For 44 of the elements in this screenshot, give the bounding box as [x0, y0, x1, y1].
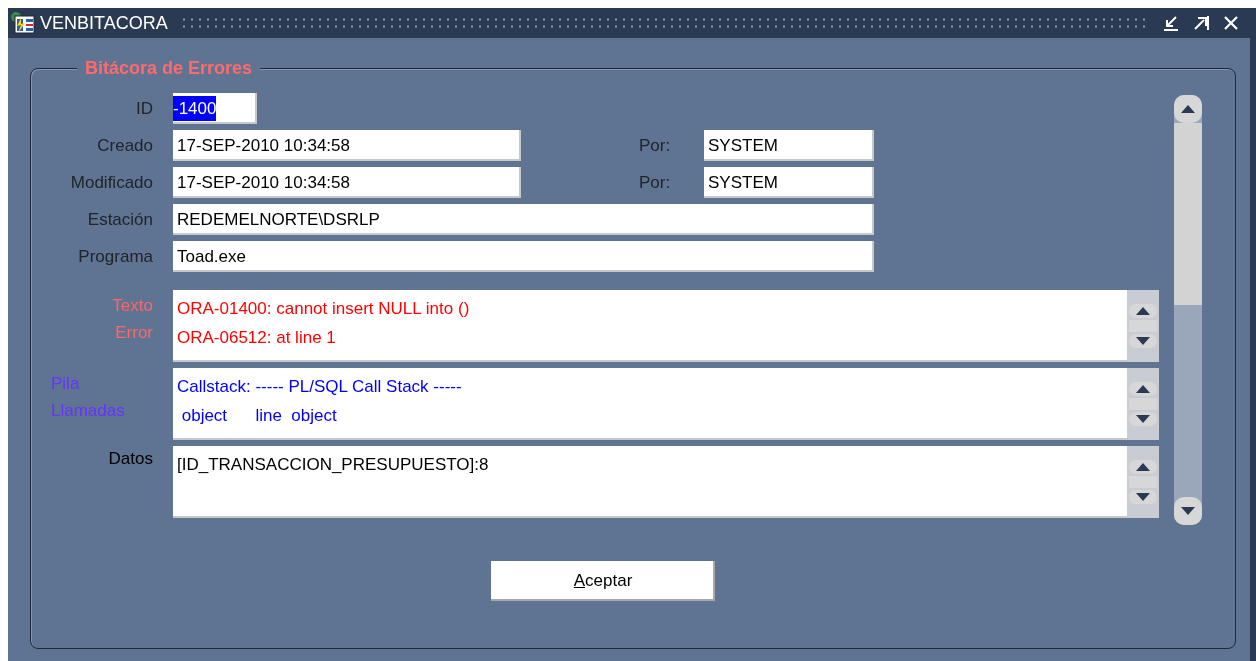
field-label: ID — [135, 97, 153, 120]
window-title: VENBITACORA — [40, 11, 168, 35]
field-label: Pila Llamadas — [50, 373, 126, 423]
text-field[interactable]: Toad.exe — [173, 241, 874, 272]
vertical-scrollbar[interactable] — [1174, 95, 1202, 525]
field-label: Texto Error — [111, 295, 153, 345]
date-field[interactable]: 17-SEP-2010 10:34:58 — [173, 130, 521, 161]
text-area[interactable]: Callstack: ----- PL/SQL Call Stack ----- object line object — [173, 368, 1159, 440]
text-field[interactable]: REDEMELNORTE\DSRLP — [173, 204, 874, 235]
scroll-down-button[interactable] — [1129, 334, 1157, 348]
accept-button[interactable]: Aceptar — [491, 561, 715, 601]
down-triangle-icon — [1136, 337, 1150, 345]
text-area-content: Callstack: ----- PL/SQL Call Stack ----- object line object — [176, 376, 463, 427]
user-field[interactable]: SYSTEM — [704, 130, 874, 161]
up-triangle-icon — [1181, 105, 1195, 113]
scroll-down-button[interactable] — [1174, 497, 1202, 525]
field-label: Datos — [107, 448, 153, 470]
up-triangle-icon — [1136, 463, 1150, 471]
id-field[interactable]: -1400 — [173, 93, 257, 124]
scroll-up-button[interactable] — [1174, 95, 1202, 123]
text-area-content: ORA-01400: cannot insert NULL into () ORA-06512: at line 1 — [176, 298, 471, 349]
date-field[interactable]: 17-SEP-2010 10:34:58 — [173, 167, 521, 198]
field-label: Por: — [639, 134, 672, 157]
field-label: Creado — [96, 134, 153, 157]
field-label: Modificado — [69, 171, 153, 194]
up-triangle-icon — [1136, 385, 1150, 393]
up-triangle-icon — [1136, 307, 1150, 315]
scroll-down-button[interactable] — [1129, 490, 1157, 504]
app-icon — [10, 11, 36, 35]
text-area[interactable]: [ID_TRANSACCION_PRESUPUESTO]:8 — [173, 446, 1159, 518]
field-label: Estación — [86, 208, 153, 231]
scroll-up-button[interactable] — [1129, 382, 1157, 396]
scroll-down-button[interactable] — [1129, 412, 1157, 426]
scroll-up-button[interactable] — [1129, 460, 1157, 474]
down-triangle-icon — [1181, 507, 1195, 515]
scroll-up-button[interactable] — [1129, 304, 1157, 318]
down-triangle-icon — [1136, 415, 1150, 423]
text-area[interactable]: ORA-01400: cannot insert NULL into () ORA-06512: at line 1 — [173, 290, 1159, 362]
field-label: Programa — [77, 245, 153, 268]
scroll-thumb[interactable] — [1174, 123, 1202, 305]
text-area-content: [ID_TRANSACCION_PRESUPUESTO]:8 — [176, 454, 490, 476]
user-field[interactable]: SYSTEM — [704, 167, 874, 198]
down-triangle-icon — [1136, 493, 1150, 501]
field-label: Por: — [639, 171, 672, 194]
